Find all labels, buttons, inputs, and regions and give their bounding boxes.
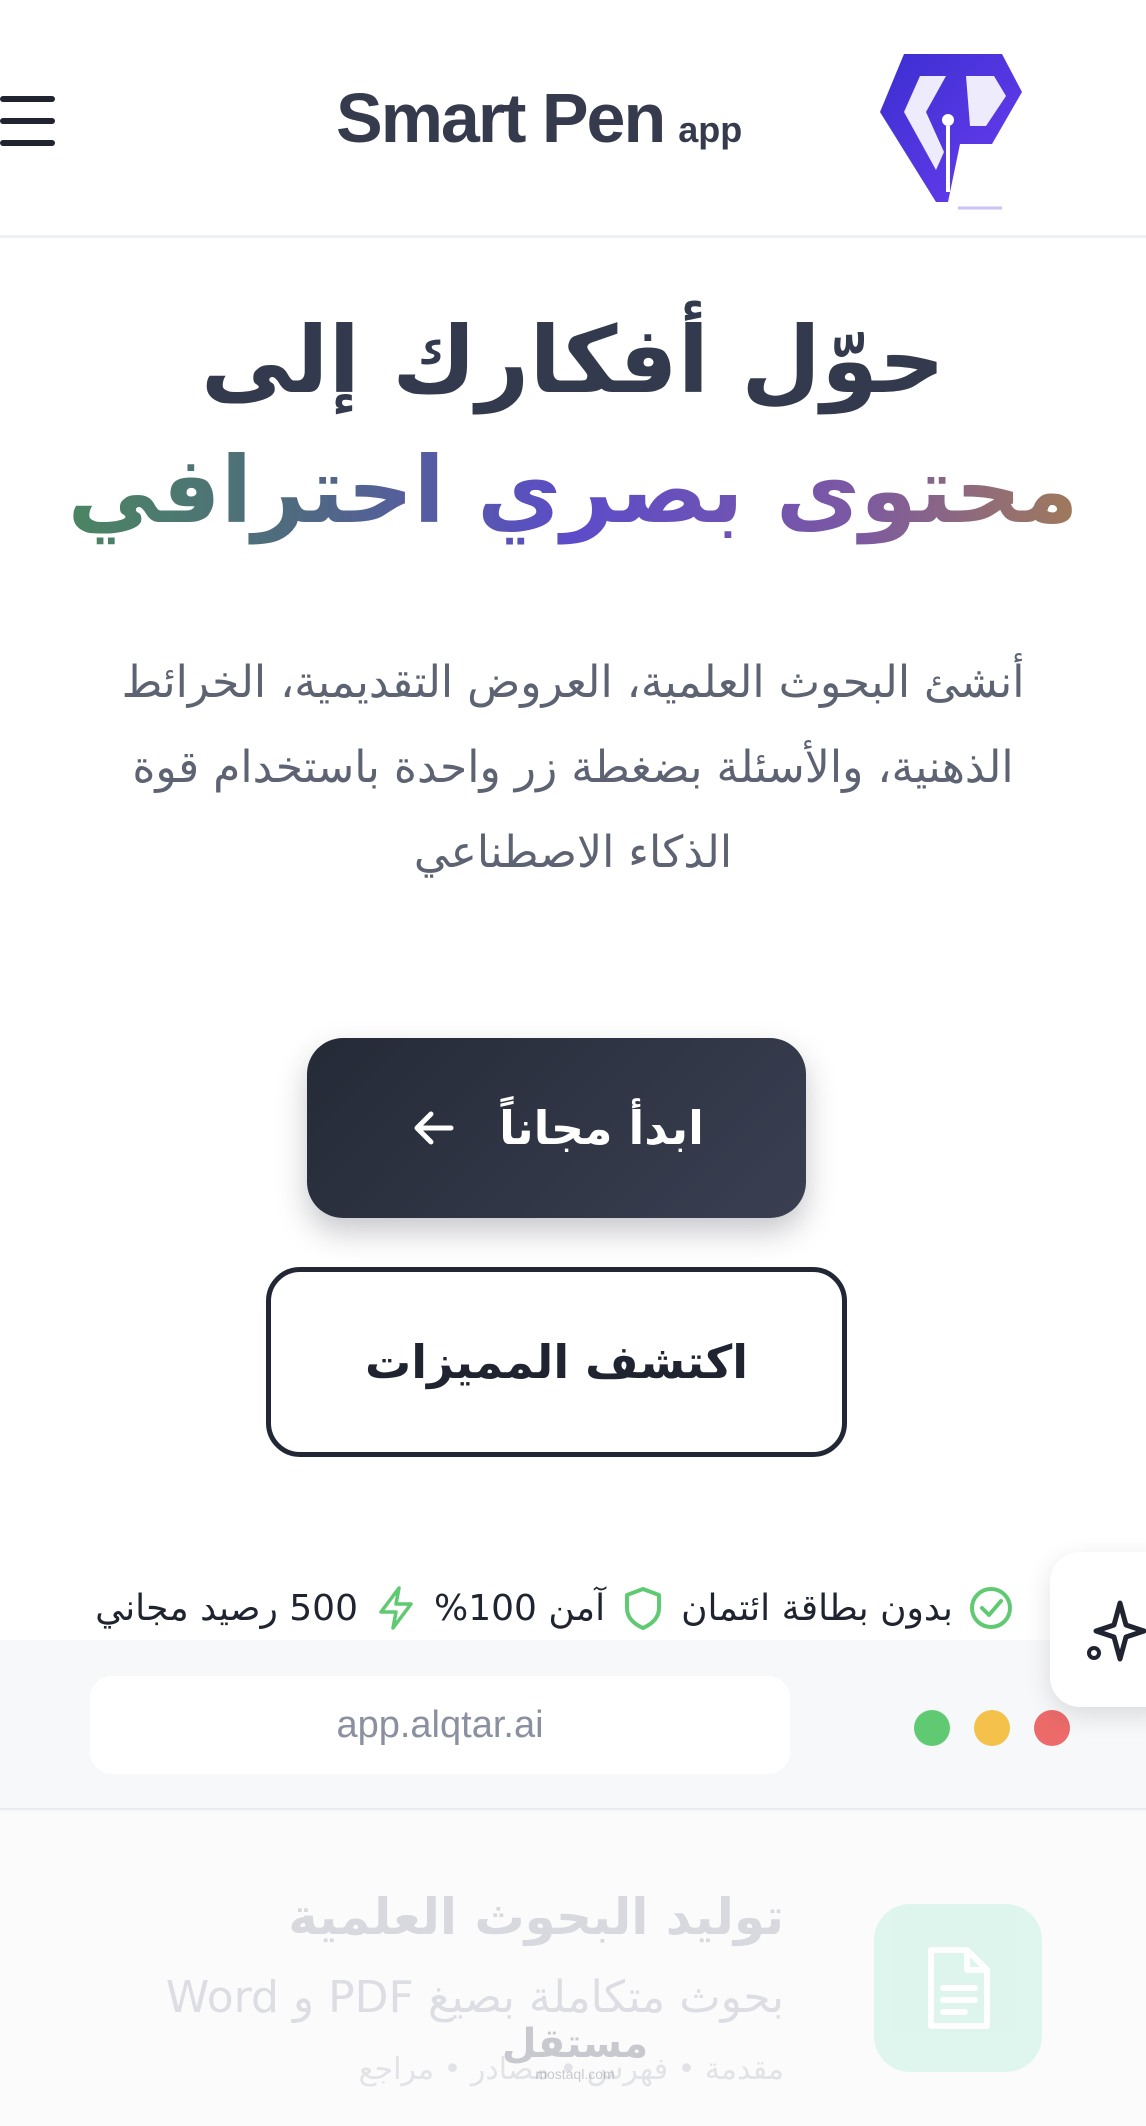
menu-bar [0, 140, 55, 146]
watermark-latin: mostaql.com [535, 2066, 615, 2082]
hero-title-line1: حوّل أفكارك إلى [200, 307, 946, 414]
discover-features-button[interactable]: اكتشف المميزات [266, 1267, 847, 1457]
shield-icon [625, 1587, 662, 1630]
document-icon [928, 1947, 990, 2029]
window-dot-red [1034, 1710, 1070, 1746]
feature-title: توليد البحوث العلمية [288, 1888, 784, 1946]
top-header: Smart Pen app [0, 0, 1146, 238]
secure-text: آمن 100% [434, 1587, 606, 1629]
hero-subtitle-line1: أنشئ البحوث العلمية، العروض التقديمية، ا… [121, 657, 1025, 708]
arrow-left-icon [414, 1111, 454, 1145]
window-dot-green [914, 1710, 950, 1746]
sp-logo-icon[interactable] [874, 52, 1024, 214]
hero-subtitle-line3: الذكاء الاصطناعي [413, 827, 733, 878]
no-credit-card-text: بدون بطاقة ائتمان [681, 1587, 953, 1629]
brand-wordmark[interactable]: Smart Pen app [336, 78, 742, 158]
hero-title: حوّل أفكارك إلى محتوى بصري احترافي [20, 296, 1126, 556]
start-free-label: ابدأ مجاناً [499, 1101, 704, 1155]
sparkle-icon [1087, 1600, 1146, 1661]
brand-suffix: app [678, 109, 743, 150]
hamburger-menu-icon[interactable] [0, 96, 55, 146]
hero-subtitle-line2: الذهنية، والأسئلة بضغطة زر واحدة باستخدا… [132, 742, 1014, 793]
url-field: app.alqtar.ai [90, 1676, 790, 1774]
discover-features-label: اكتشف المميزات [364, 1335, 748, 1389]
check-circle-icon [969, 1587, 1012, 1629]
browser-bar: app.alqtar.ai [0, 1640, 1146, 1810]
feature-description: بحوث متكاملة بصيغ PDF و Word [165, 1972, 784, 2023]
free-credits-text: 500 رصيد مجاني [95, 1587, 358, 1629]
menu-bar [0, 96, 55, 102]
trust-badges: بدون بطاقة ائتمان آمن 100% 500 رصيد مجان… [80, 1572, 1030, 1644]
brand-name: Smart Pen [336, 79, 666, 157]
hero-subtitle: أنشئ البحوث العلمية، العروض التقديمية، ا… [40, 640, 1106, 895]
bolt-icon [379, 1586, 413, 1630]
window-dot-yellow [974, 1710, 1010, 1746]
ai-assistant-button[interactable] [1050, 1552, 1146, 1707]
menu-bar [0, 118, 55, 124]
watermark-logo: مستقل mostaql.com [490, 2022, 660, 2082]
watermark-arabic: مستقل [501, 2021, 649, 2067]
start-free-button[interactable]: ابدأ مجاناً [307, 1038, 806, 1218]
hero-title-line2-gradient: محتوى بصري احترافي [20, 426, 1126, 556]
document-feature-icon [874, 1904, 1042, 2072]
